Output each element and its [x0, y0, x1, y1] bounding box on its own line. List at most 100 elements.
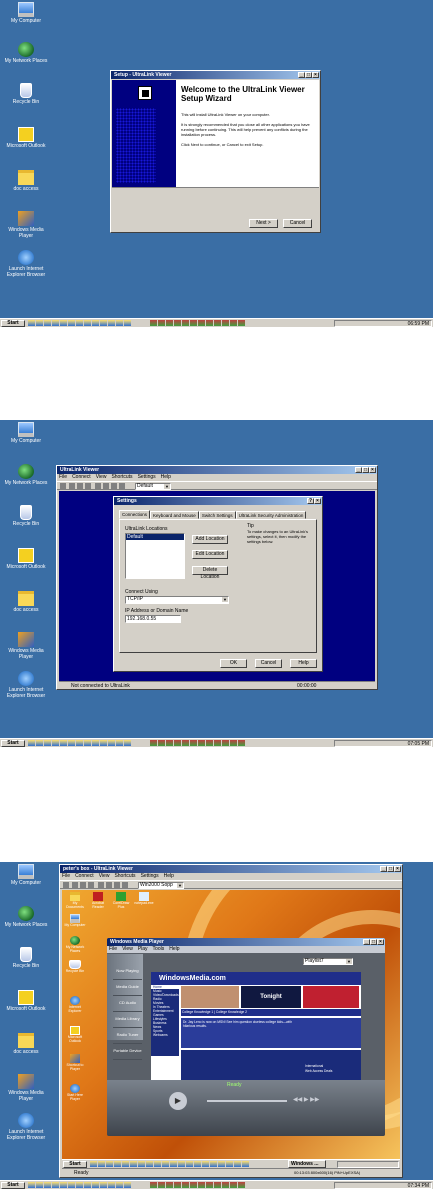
promo-image-3[interactable] [303, 986, 359, 1008]
quick-launch-icon[interactable] [52, 320, 59, 326]
fullscreen-icon[interactable] [106, 882, 112, 888]
quick-launch-icon[interactable] [52, 1182, 59, 1188]
quick-launch-icon[interactable] [76, 740, 83, 746]
close-button[interactable]: × [312, 72, 319, 78]
quick-launch-icon[interactable] [100, 1182, 107, 1188]
refresh-icon[interactable] [114, 882, 120, 888]
quick-launch-icon[interactable] [234, 1161, 241, 1167]
wmp-tab-now-playing[interactable]: Now Playing [113, 968, 142, 980]
quick-launch-icon[interactable] [222, 740, 229, 746]
maximize-button[interactable]: □ [387, 866, 394, 872]
quick-launch-icon[interactable] [150, 740, 157, 746]
tab-security-admin[interactable]: UltraLink Security Administration [235, 511, 307, 519]
menu-file[interactable]: File [59, 474, 67, 481]
start-button[interactable]: Start [1, 320, 25, 327]
desktop-icon-doc-access[interactable]: doc access [2, 170, 50, 192]
remote-icon-my-computer[interactable]: My Computer [64, 914, 86, 927]
desktop-icon-network[interactable]: My Network Places [2, 464, 50, 486]
desktop-icon-wmp[interactable]: Windows Media Player [2, 211, 50, 239]
wmp-tab-media-library[interactable]: Media Library [113, 1016, 142, 1028]
quick-launch-icon[interactable] [190, 320, 197, 326]
quick-launch-icon[interactable] [84, 320, 91, 326]
desktop-icon-network[interactable]: My Network Places [2, 42, 50, 64]
quick-launch-icon[interactable] [150, 320, 157, 326]
save-icon[interactable] [63, 882, 69, 888]
quick-launch-icon[interactable] [44, 740, 51, 746]
quick-launch-icon[interactable] [138, 1161, 145, 1167]
remote-icon-acrobat[interactable]: Acrobat Reader [87, 892, 109, 909]
quick-launch-icon[interactable] [166, 320, 173, 326]
quick-launch-icon[interactable] [158, 740, 165, 746]
wmp-menu-view[interactable]: View [122, 946, 133, 953]
quick-launch-icon[interactable] [92, 320, 99, 326]
quick-launch-icon[interactable] [124, 740, 131, 746]
quick-launch-icon[interactable] [124, 1182, 131, 1188]
quick-launch-icon[interactable] [210, 1161, 217, 1167]
maximize-button[interactable]: □ [370, 939, 377, 945]
quick-launch-icon[interactable] [116, 320, 123, 326]
quick-launch-icon[interactable] [60, 320, 67, 326]
menu-connect[interactable]: Connect [75, 873, 94, 880]
desktop-icon-network[interactable]: My Network Places [2, 906, 50, 928]
quick-launch-icon[interactable] [100, 740, 107, 746]
help-icon[interactable]: ? [307, 498, 314, 504]
menu-view[interactable]: View [96, 474, 107, 481]
location-combo[interactable]: Win2000 Sopp ▼ [138, 882, 184, 889]
quick-launch-icon[interactable] [214, 1182, 221, 1188]
quick-launch-icon[interactable] [154, 1161, 161, 1167]
seek-bar[interactable] [207, 1100, 287, 1102]
quick-launch-icon[interactable] [76, 1182, 83, 1188]
scale-icon[interactable] [95, 483, 101, 489]
desktop-icon-my-computer[interactable]: My Computer [2, 864, 50, 886]
quick-launch-icon[interactable] [238, 1182, 245, 1188]
quick-launch-icon[interactable] [92, 740, 99, 746]
quick-launch-icon[interactable] [106, 1161, 113, 1167]
remote-taskbar-windows-button[interactable]: Windows ... [288, 1160, 326, 1168]
quick-launch-icon[interactable] [158, 320, 165, 326]
connect-using-select[interactable]: TCP/IP ▼ [125, 596, 229, 604]
options-icon[interactable] [119, 483, 125, 489]
settings-titlebar[interactable]: Settings ? × [114, 497, 322, 505]
quick-launch-icon[interactable] [174, 320, 181, 326]
desktop-icon-ie[interactable]: Launch Internet Explorer Browser [2, 1113, 50, 1141]
quick-launch-icon[interactable] [162, 1161, 169, 1167]
quick-launch-icon[interactable] [206, 740, 213, 746]
quick-launch-icon[interactable] [36, 1182, 43, 1188]
quick-launch-icon[interactable] [166, 740, 173, 746]
start-button[interactable]: Start [1, 1182, 25, 1189]
menu-settings[interactable]: Settings [141, 873, 159, 880]
disconnect-icon[interactable] [80, 882, 86, 888]
quick-launch-icon[interactable] [226, 1161, 233, 1167]
wmp-menu-help[interactable]: Help [169, 946, 179, 953]
maximize-button[interactable]: □ [305, 72, 312, 78]
desktop-icon-outlook[interactable]: Microsoft Outlook [2, 548, 50, 570]
desktop-icon-ie[interactable]: Launch Internet Explorer Browser [2, 250, 50, 278]
minimize-button[interactable]: _ [380, 866, 387, 872]
viewer-titlebar[interactable]: peter's box - UltraLink Viewer _ □ × [60, 865, 402, 873]
quick-launch-icon[interactable] [100, 320, 107, 326]
headline-links[interactable]: College Knowledge 1 | College Knowledge … [182, 1010, 357, 1014]
quick-launch-icon[interactable] [158, 1182, 165, 1188]
quick-launch-icon[interactable] [28, 740, 35, 746]
quick-launch-icon[interactable] [166, 1182, 173, 1188]
tab-connections[interactable]: Connections [119, 510, 151, 519]
quick-launch-icon[interactable] [182, 1182, 189, 1188]
quick-launch-icon[interactable] [130, 1161, 137, 1167]
wmp-menu-play[interactable]: Play [138, 946, 148, 953]
close-button[interactable]: × [394, 866, 401, 872]
quick-launch-icon[interactable] [76, 320, 83, 326]
locations-list[interactable]: Default [125, 533, 185, 579]
remote-icon-my-documents[interactable]: My Documents [64, 892, 86, 909]
quick-launch-icon[interactable] [68, 740, 75, 746]
quick-launch-icon[interactable] [174, 1182, 181, 1188]
quick-launch-icon[interactable] [182, 320, 189, 326]
quick-launch-icon[interactable] [198, 1182, 205, 1188]
tab-switch-settings[interactable]: Switch Settings [198, 511, 236, 519]
wmp-menu-tools[interactable]: Tools [153, 946, 165, 953]
quick-launch-icon[interactable] [116, 1182, 123, 1188]
quick-launch-icon[interactable] [214, 320, 221, 326]
close-button[interactable]: × [377, 939, 384, 945]
save-icon[interactable] [60, 483, 66, 489]
disconnect-icon[interactable] [77, 483, 83, 489]
quick-launch-icon[interactable] [28, 1182, 35, 1188]
